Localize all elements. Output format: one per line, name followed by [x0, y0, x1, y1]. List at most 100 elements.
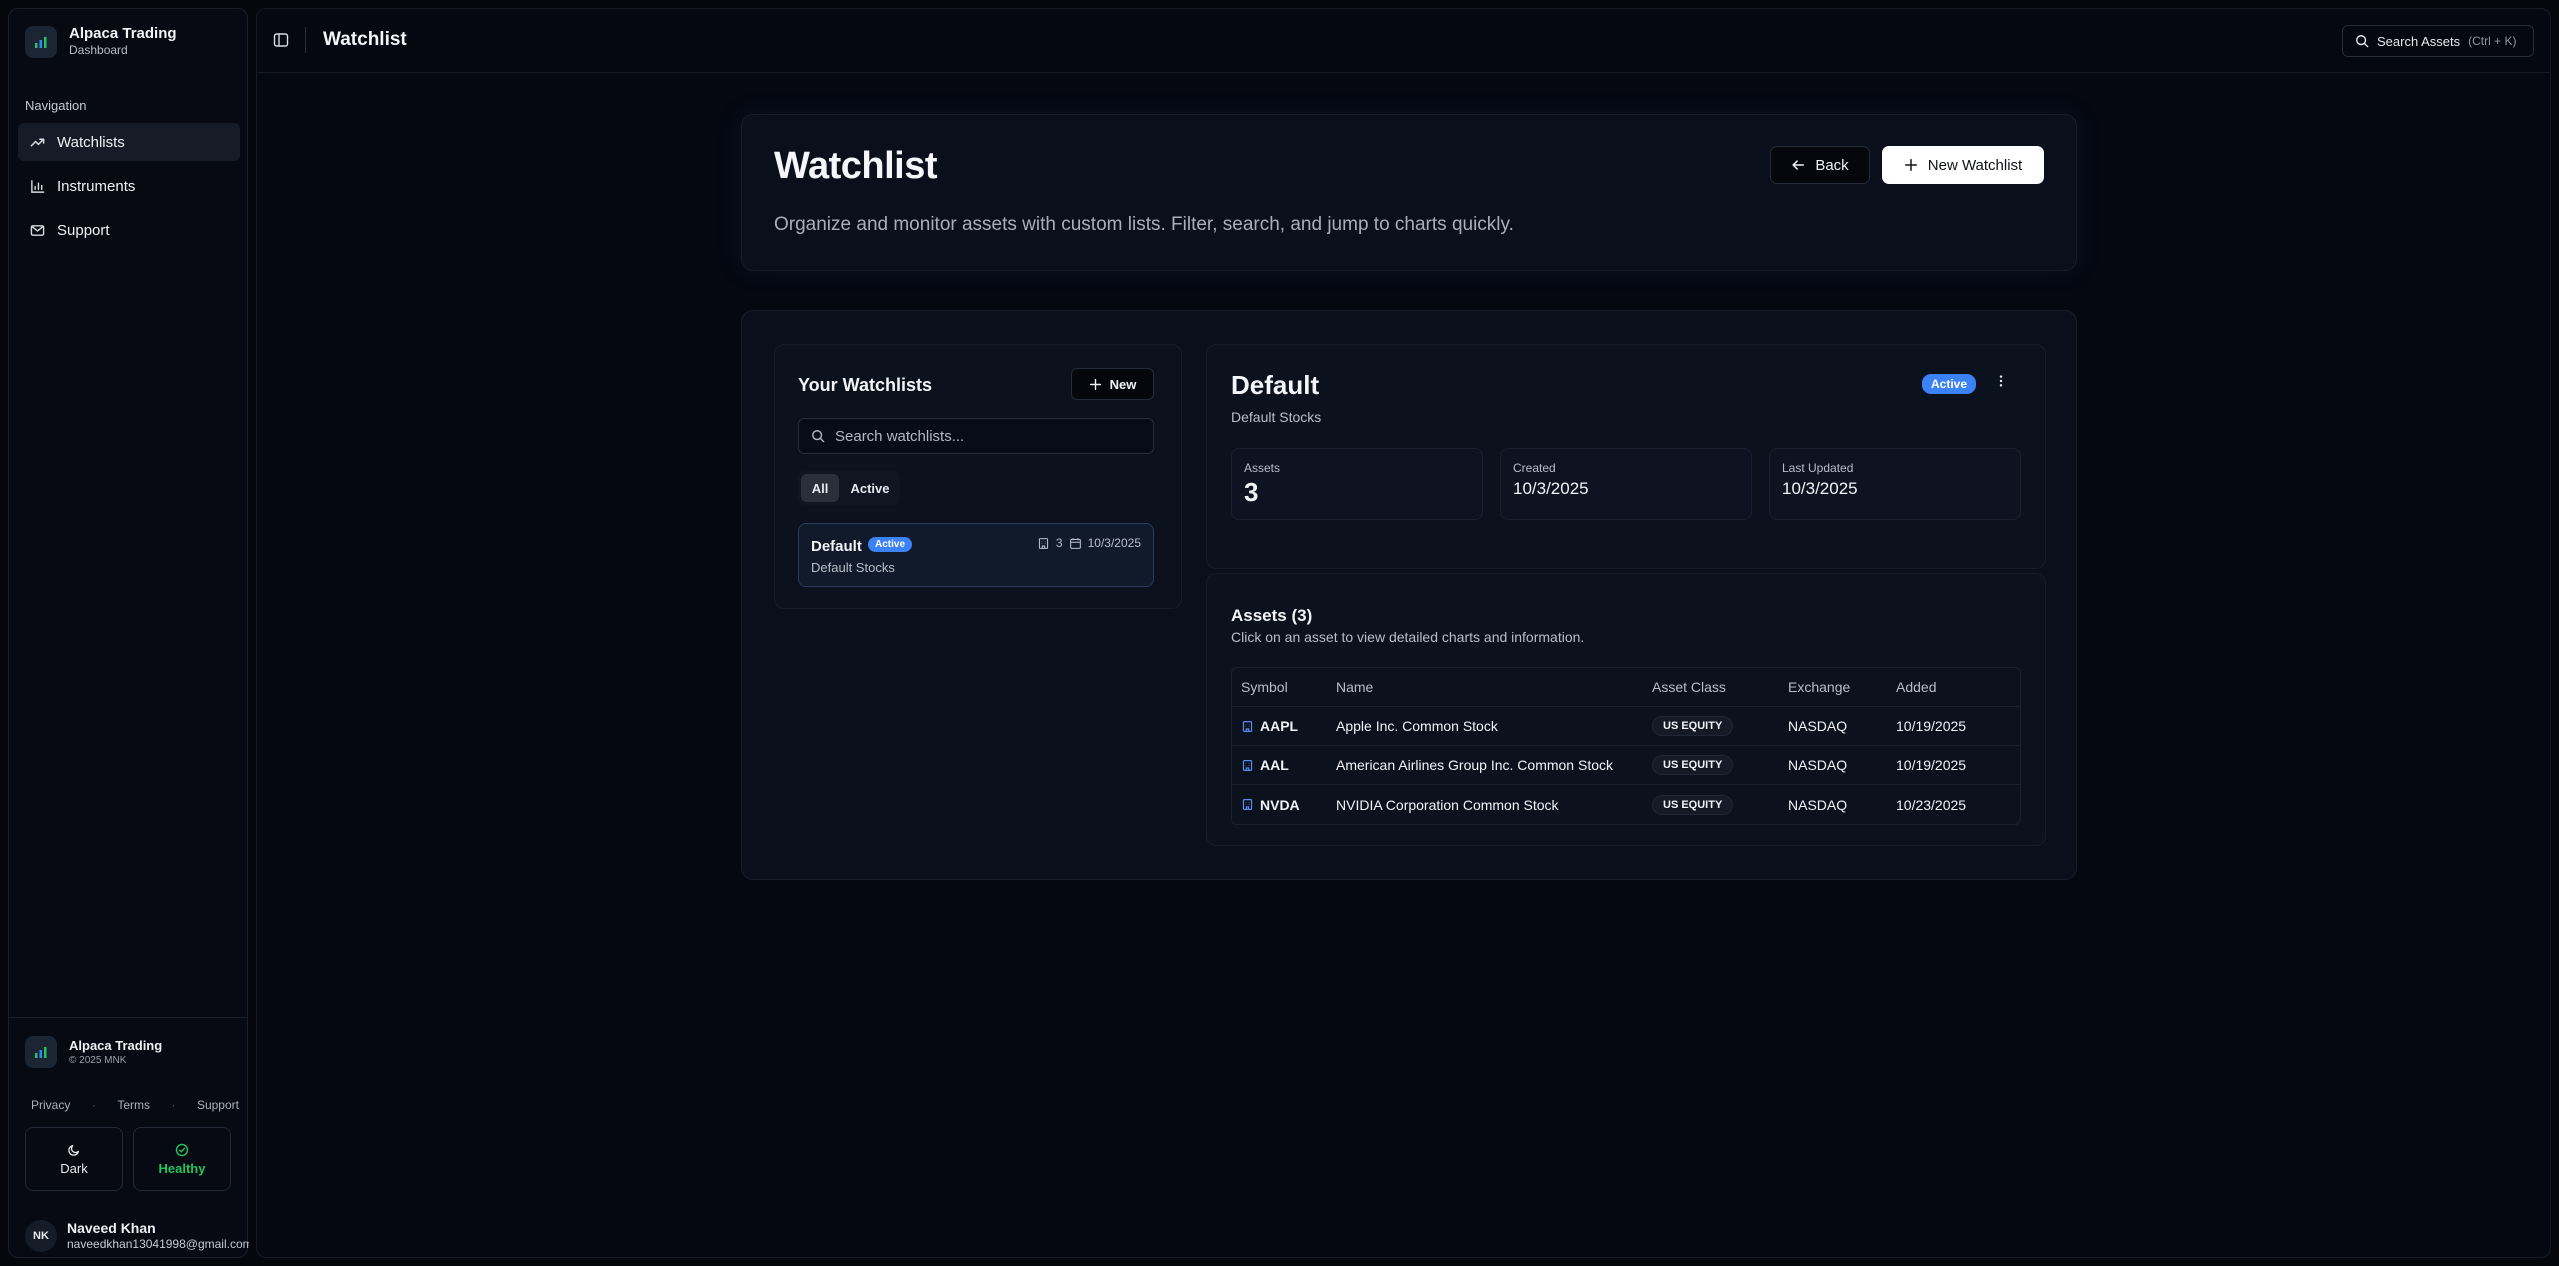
footer-copyright: © 2025 MNK	[69, 1054, 127, 1066]
asset-name: American Airlines Group Inc. Common Stoc…	[1336, 757, 1613, 773]
table-row[interactable]: AAPL Apple Inc. Common Stock US EQUITY N…	[1232, 707, 2020, 746]
assets-title: Assets (3)	[1231, 606, 1313, 625]
assets-table: Symbol Name Asset Class Exchange Added A…	[1231, 667, 2021, 825]
brand-subtitle: Dashboard	[69, 43, 128, 57]
theme-toggle-button[interactable]: Dark	[25, 1127, 123, 1191]
app-logo-icon	[25, 25, 57, 58]
add-watchlist-button[interactable]: New	[1071, 368, 1154, 400]
new-watchlist-button[interactable]: New Watchlist	[1882, 146, 2044, 184]
nav-section-label: Navigation	[25, 98, 87, 113]
search-input[interactable]	[835, 427, 1135, 445]
search-assets-button[interactable]: Search Assets (Ctrl + K)	[2342, 25, 2534, 57]
watchlists-panel: Your Watchlists New All Ac	[774, 344, 1182, 609]
separator-dot: ·	[171, 1098, 176, 1112]
back-button[interactable]: Back	[1770, 146, 1870, 184]
avatar: NK	[25, 1220, 57, 1252]
health-label: Healthy	[158, 1160, 206, 1176]
column-header: Added	[1896, 679, 1937, 695]
divider	[305, 27, 306, 53]
tab-active[interactable]: Active	[843, 474, 897, 502]
privacy-link[interactable]: Privacy	[31, 1098, 70, 1112]
asset-exchange: NASDAQ	[1788, 757, 1848, 773]
asset-added-date: 10/23/2025	[1896, 796, 1967, 813]
sidebar: Alpaca Trading Dashboard Navigation Watc…	[8, 8, 249, 1258]
sidebar-item-label: Support	[57, 221, 110, 239]
assets-panel: Assets (3) Click on an asset to view det…	[1206, 573, 2046, 846]
building-icon	[1241, 759, 1254, 772]
terms-link[interactable]: Terms	[117, 1098, 150, 1112]
footer-brand-title: Alpaca Trading	[69, 1037, 163, 1053]
page-header-card: Watchlist Organize and monitor assets wi…	[741, 114, 2077, 271]
stat-value: 10/3/2025	[1782, 479, 1858, 498]
stat-value: 10/3/2025	[1513, 479, 1589, 498]
trending-up-icon	[30, 135, 45, 150]
brand[interactable]: Alpaca Trading Dashboard	[25, 25, 177, 58]
mail-icon	[30, 223, 45, 238]
theme-label: Dark	[60, 1160, 88, 1176]
panel-left-icon	[273, 33, 289, 47]
topbar: Watchlist Search Assets (Ctrl + K)	[257, 9, 2550, 73]
watchlist-search	[798, 418, 1154, 454]
sidebar-item-label: Watchlists	[57, 133, 125, 151]
asset-symbol: AAPL	[1260, 718, 1299, 734]
watchlist-title: Default	[1231, 370, 1320, 400]
watchlist-detail: Default Default Stocks Active Assets 3 C…	[1206, 344, 2046, 569]
footer-links: Privacy · Terms · Support	[31, 1098, 239, 1112]
table-row[interactable]: AAL American Airlines Group Inc. Common …	[1232, 746, 2020, 785]
assets-description: Click on an asset to view detailed chart…	[1231, 629, 1585, 645]
back-label: Back	[1815, 156, 1849, 174]
building-icon	[1241, 798, 1254, 811]
user-name: Naveed Khan	[67, 1220, 156, 1236]
user-email: naveedkhan13041998@gmail.com	[67, 1237, 249, 1251]
arrow-left-icon	[1791, 158, 1805, 172]
asset-name: Apple Inc. Common Stock	[1336, 718, 1498, 734]
new-watchlist-label: New Watchlist	[1927, 156, 2023, 174]
asset-exchange: NASDAQ	[1788, 718, 1848, 734]
watchlist-description: Default Stocks	[811, 560, 895, 575]
column-header: Symbol	[1241, 679, 1288, 695]
asset-exchange: NASDAQ	[1788, 796, 1848, 813]
sidebar-item-instruments[interactable]: Instruments	[18, 167, 240, 205]
watchlist-description: Default Stocks	[1231, 409, 1322, 425]
stat-label: Assets	[1244, 461, 1281, 475]
status-badge: Active	[868, 537, 913, 552]
building-icon	[1037, 537, 1050, 550]
search-icon	[811, 429, 825, 443]
app-logo-icon	[25, 1036, 57, 1068]
search-icon	[2355, 34, 2369, 48]
new-label: New	[1109, 376, 1137, 392]
watchlist-meta: 3 10/3/2025	[1037, 536, 1141, 550]
asset-class-badge: US EQUITY	[1652, 755, 1734, 775]
sidebar-item-label: Instruments	[57, 177, 136, 195]
status-badge: Active	[1922, 374, 1977, 394]
support-link[interactable]: Support	[197, 1098, 239, 1112]
stat-created: Created 10/3/2025	[1500, 448, 1752, 520]
user-profile[interactable]: NK Naveed Khan naveedkhan13041998@gmail.…	[25, 1220, 249, 1252]
more-options-button[interactable]	[1994, 374, 2008, 388]
list-item[interactable]: Default Active Default Stocks 3 10/3/202…	[798, 523, 1154, 587]
stat-label: Created	[1513, 461, 1556, 475]
column-header: Exchange	[1788, 679, 1851, 695]
separator-dot: ·	[91, 1098, 96, 1112]
table-header: Symbol Name Asset Class Exchange Added	[1232, 668, 2020, 707]
health-status-button[interactable]: Healthy	[133, 1127, 231, 1191]
watchlist-content: Your Watchlists New All Ac	[741, 310, 2077, 880]
plus-icon	[1089, 378, 1102, 391]
sidebar-item-watchlists[interactable]: Watchlists	[18, 123, 240, 161]
asset-symbol: AAL	[1260, 757, 1289, 773]
asset-added-date: 10/19/2025	[1896, 718, 1967, 734]
page-title: Watchlist	[323, 29, 407, 50]
stat-assets: Assets 3	[1231, 448, 1483, 520]
footer-brand: Alpaca Trading © 2025 MNK	[25, 1036, 162, 1068]
tab-all[interactable]: All	[801, 474, 839, 502]
sidebar-item-support[interactable]: Support	[18, 211, 240, 249]
sidebar-toggle-button[interactable]	[273, 32, 289, 48]
watchlists-title: Your Watchlists	[798, 375, 933, 395]
column-header: Asset Class	[1652, 679, 1726, 695]
search-assets-label: Search Assets	[2377, 33, 2461, 49]
table-row[interactable]: NVDA NVIDIA Corporation Common Stock US …	[1232, 785, 2020, 824]
asset-added-date: 10/19/2025	[1896, 757, 1967, 773]
bar-chart-icon	[30, 179, 45, 194]
keyboard-shortcut: (Ctrl + K)	[2468, 34, 2517, 48]
asset-class-badge: US EQUITY	[1652, 716, 1734, 736]
